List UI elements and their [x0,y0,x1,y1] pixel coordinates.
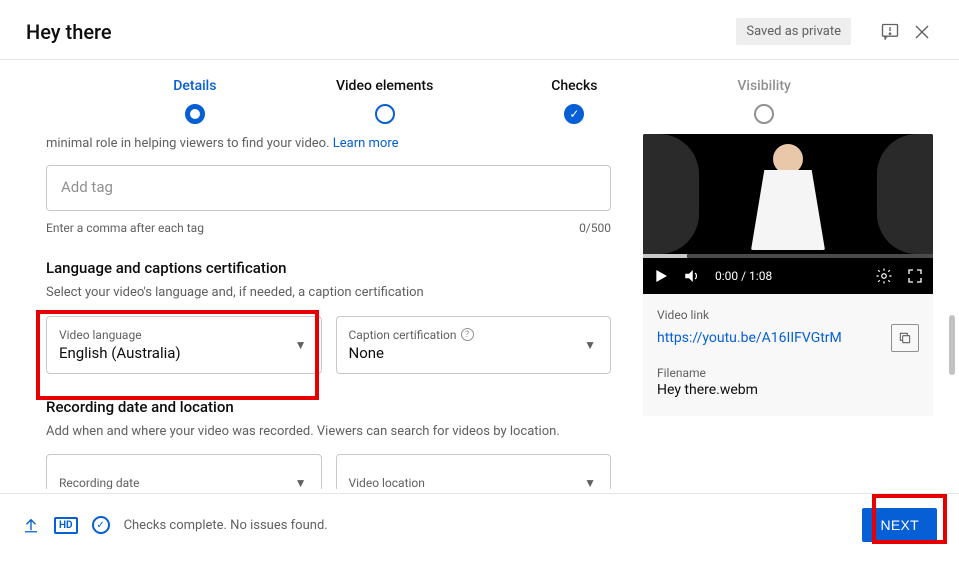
scrollbar[interactable] [949,315,955,375]
checks-status: Checks complete. No issues found. [124,518,328,533]
chevron-down-icon: ▼ [584,338,596,352]
video-thumbnail-person [751,144,825,250]
feedback-icon[interactable] [879,21,901,43]
tags-description: minimal role in helping viewers to find … [46,134,611,155]
learn-more-link[interactable]: Learn more [333,136,399,151]
chevron-down-icon: ▼ [584,476,596,489]
step-marker-disabled [754,104,774,124]
field-label: Recording date [59,476,309,489]
step-label: Details [173,78,216,94]
step-marker-done: ✓ [564,104,584,124]
section-language-title: Language and captions certification [46,259,611,277]
video-filler [643,134,699,254]
settings-icon[interactable] [875,267,893,285]
playback-time: 0:00 / 1:08 [715,269,772,283]
section-recording-title: Recording date and location [46,398,611,416]
section-language-hint: Select your video's language and, if nee… [46,283,611,304]
step-details[interactable]: Details [100,78,290,124]
help-icon[interactable]: ? [461,328,474,341]
filename-value: Hey there.webm [657,382,919,398]
upload-icon[interactable] [22,516,40,534]
video-player[interactable]: 0:00 / 1:08 [643,134,933,294]
video-filler [877,134,933,254]
recording-date-select[interactable]: Recording date ▼ [46,454,322,489]
step-marker [375,104,395,124]
video-location-select[interactable]: Video location ▼ [336,454,612,489]
step-visibility[interactable]: Visibility [669,78,859,124]
video-language-select[interactable]: Video language English (Australia) ▼ [46,316,322,374]
copy-icon[interactable] [891,324,919,352]
step-marker-active [185,104,205,124]
caption-certification-select[interactable]: Caption certification? None ▼ [336,316,612,374]
tags-input[interactable]: Add tag [46,165,611,211]
step-video-elements[interactable]: Video elements [290,78,480,124]
close-icon[interactable] [911,21,933,43]
play-icon[interactable] [653,268,669,284]
volume-icon[interactable] [683,267,701,285]
field-label: Caption certification? [349,328,599,342]
next-button[interactable]: NEXT [862,508,937,542]
check-circle-icon: ✓ [92,516,110,534]
chevron-down-icon: ▼ [295,476,307,489]
video-link[interactable]: https://youtu.be/A16IIFVGtrM [657,330,842,346]
filename-label: Filename [657,366,919,380]
step-label: Video elements [336,78,433,94]
field-value: None [349,344,599,362]
stepper: Details Video elements Checks ✓ Visibili… [0,60,959,134]
step-label: Checks [551,78,597,94]
section-recording-hint: Add when and where your video was record… [46,422,611,443]
chevron-down-icon: ▼ [295,338,307,352]
hd-badge: HD [54,517,78,534]
step-checks[interactable]: Checks ✓ [480,78,670,124]
field-value: English (Australia) [59,344,309,362]
save-status-badge: Saved as private [736,18,851,45]
field-label: Video language [59,328,309,342]
tags-hint: Enter a comma after each tag [46,221,204,235]
fullscreen-icon[interactable] [907,268,923,284]
tags-counter: 0/500 [579,221,611,235]
page-title: Hey there [26,20,736,44]
field-label: Video location [349,476,599,489]
step-label: Visibility [737,78,790,94]
video-link-label: Video link [657,308,919,322]
